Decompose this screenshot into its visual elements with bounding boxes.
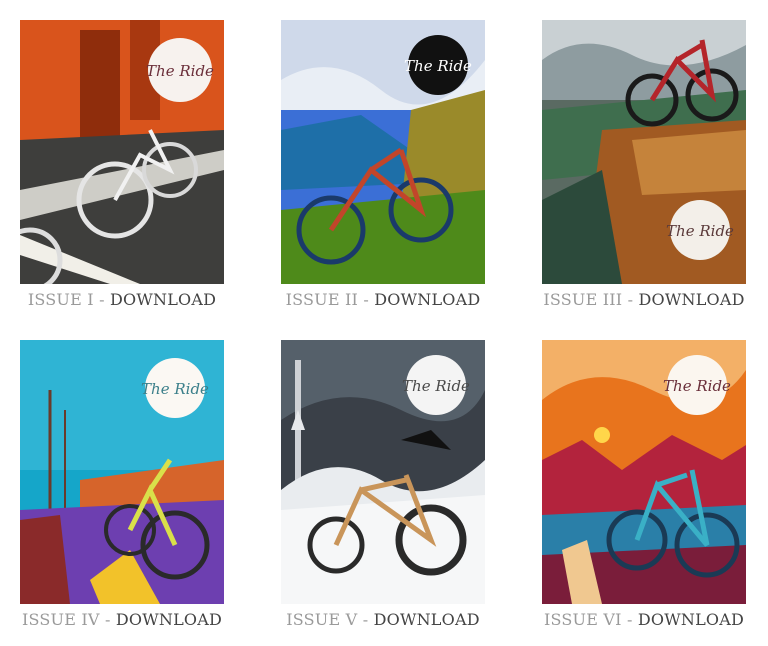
caption-separator: - (621, 610, 638, 629)
caption-separator: - (358, 290, 375, 309)
cover-issue-4[interactable]: The Ride (20, 340, 224, 604)
issue-grid: The Ride ISSUE I - DOWNLOAD The Ride ISS… (0, 0, 768, 646)
download-link[interactable]: DOWNLOAD (116, 610, 222, 629)
issue-label: ISSUE II (285, 290, 359, 309)
caption-separator: - (99, 610, 116, 629)
issue-label: ISSUE IV (22, 610, 100, 629)
download-link[interactable]: DOWNLOAD (374, 610, 480, 629)
logo-text: The Ride (663, 377, 731, 395)
caption-separator: - (357, 610, 374, 629)
issue-label: ISSUE VI (544, 610, 622, 629)
issue-label: ISSUE III (543, 290, 623, 309)
logo-text: The Ride (402, 377, 470, 395)
cover-illustration: The Ride (542, 340, 746, 604)
cover-issue-6[interactable]: The Ride (542, 340, 746, 604)
caption-separator: - (622, 290, 639, 309)
cover-issue-1[interactable]: The Ride (20, 20, 224, 284)
cover-illustration: The Ride (20, 340, 224, 604)
cover-issue-3[interactable]: The Ride (542, 20, 746, 284)
cover-illustration: The Ride (281, 20, 485, 284)
logo-text: The Ride (666, 222, 734, 240)
issue-caption: ISSUE IV - DOWNLOAD (0, 610, 244, 629)
issue-caption: ISSUE V - DOWNLOAD (261, 610, 505, 629)
issue-label: ISSUE V (286, 610, 358, 629)
cover-illustration: The Ride (281, 340, 485, 604)
issue-caption: ISSUE I - DOWNLOAD (0, 290, 244, 309)
issue-caption: ISSUE II - DOWNLOAD (261, 290, 505, 309)
cover-issue-2[interactable]: The Ride (281, 20, 485, 284)
download-link[interactable]: DOWNLOAD (639, 290, 745, 309)
logo-text: The Ride (146, 62, 214, 80)
logo-text: The Ride (141, 380, 209, 398)
download-link[interactable]: DOWNLOAD (638, 610, 744, 629)
cover-illustration: The Ride (542, 20, 746, 284)
cover-illustration: The Ride (20, 20, 224, 284)
issue-label: ISSUE I (27, 290, 94, 309)
issue-caption: ISSUE VI - DOWNLOAD (522, 610, 766, 629)
download-link[interactable]: DOWNLOAD (110, 290, 216, 309)
caption-separator: - (93, 290, 110, 309)
download-link[interactable]: DOWNLOAD (374, 290, 480, 309)
issue-caption: ISSUE III - DOWNLOAD (522, 290, 766, 309)
logo-text: The Ride (404, 57, 472, 75)
cover-issue-5[interactable]: The Ride (281, 340, 485, 604)
